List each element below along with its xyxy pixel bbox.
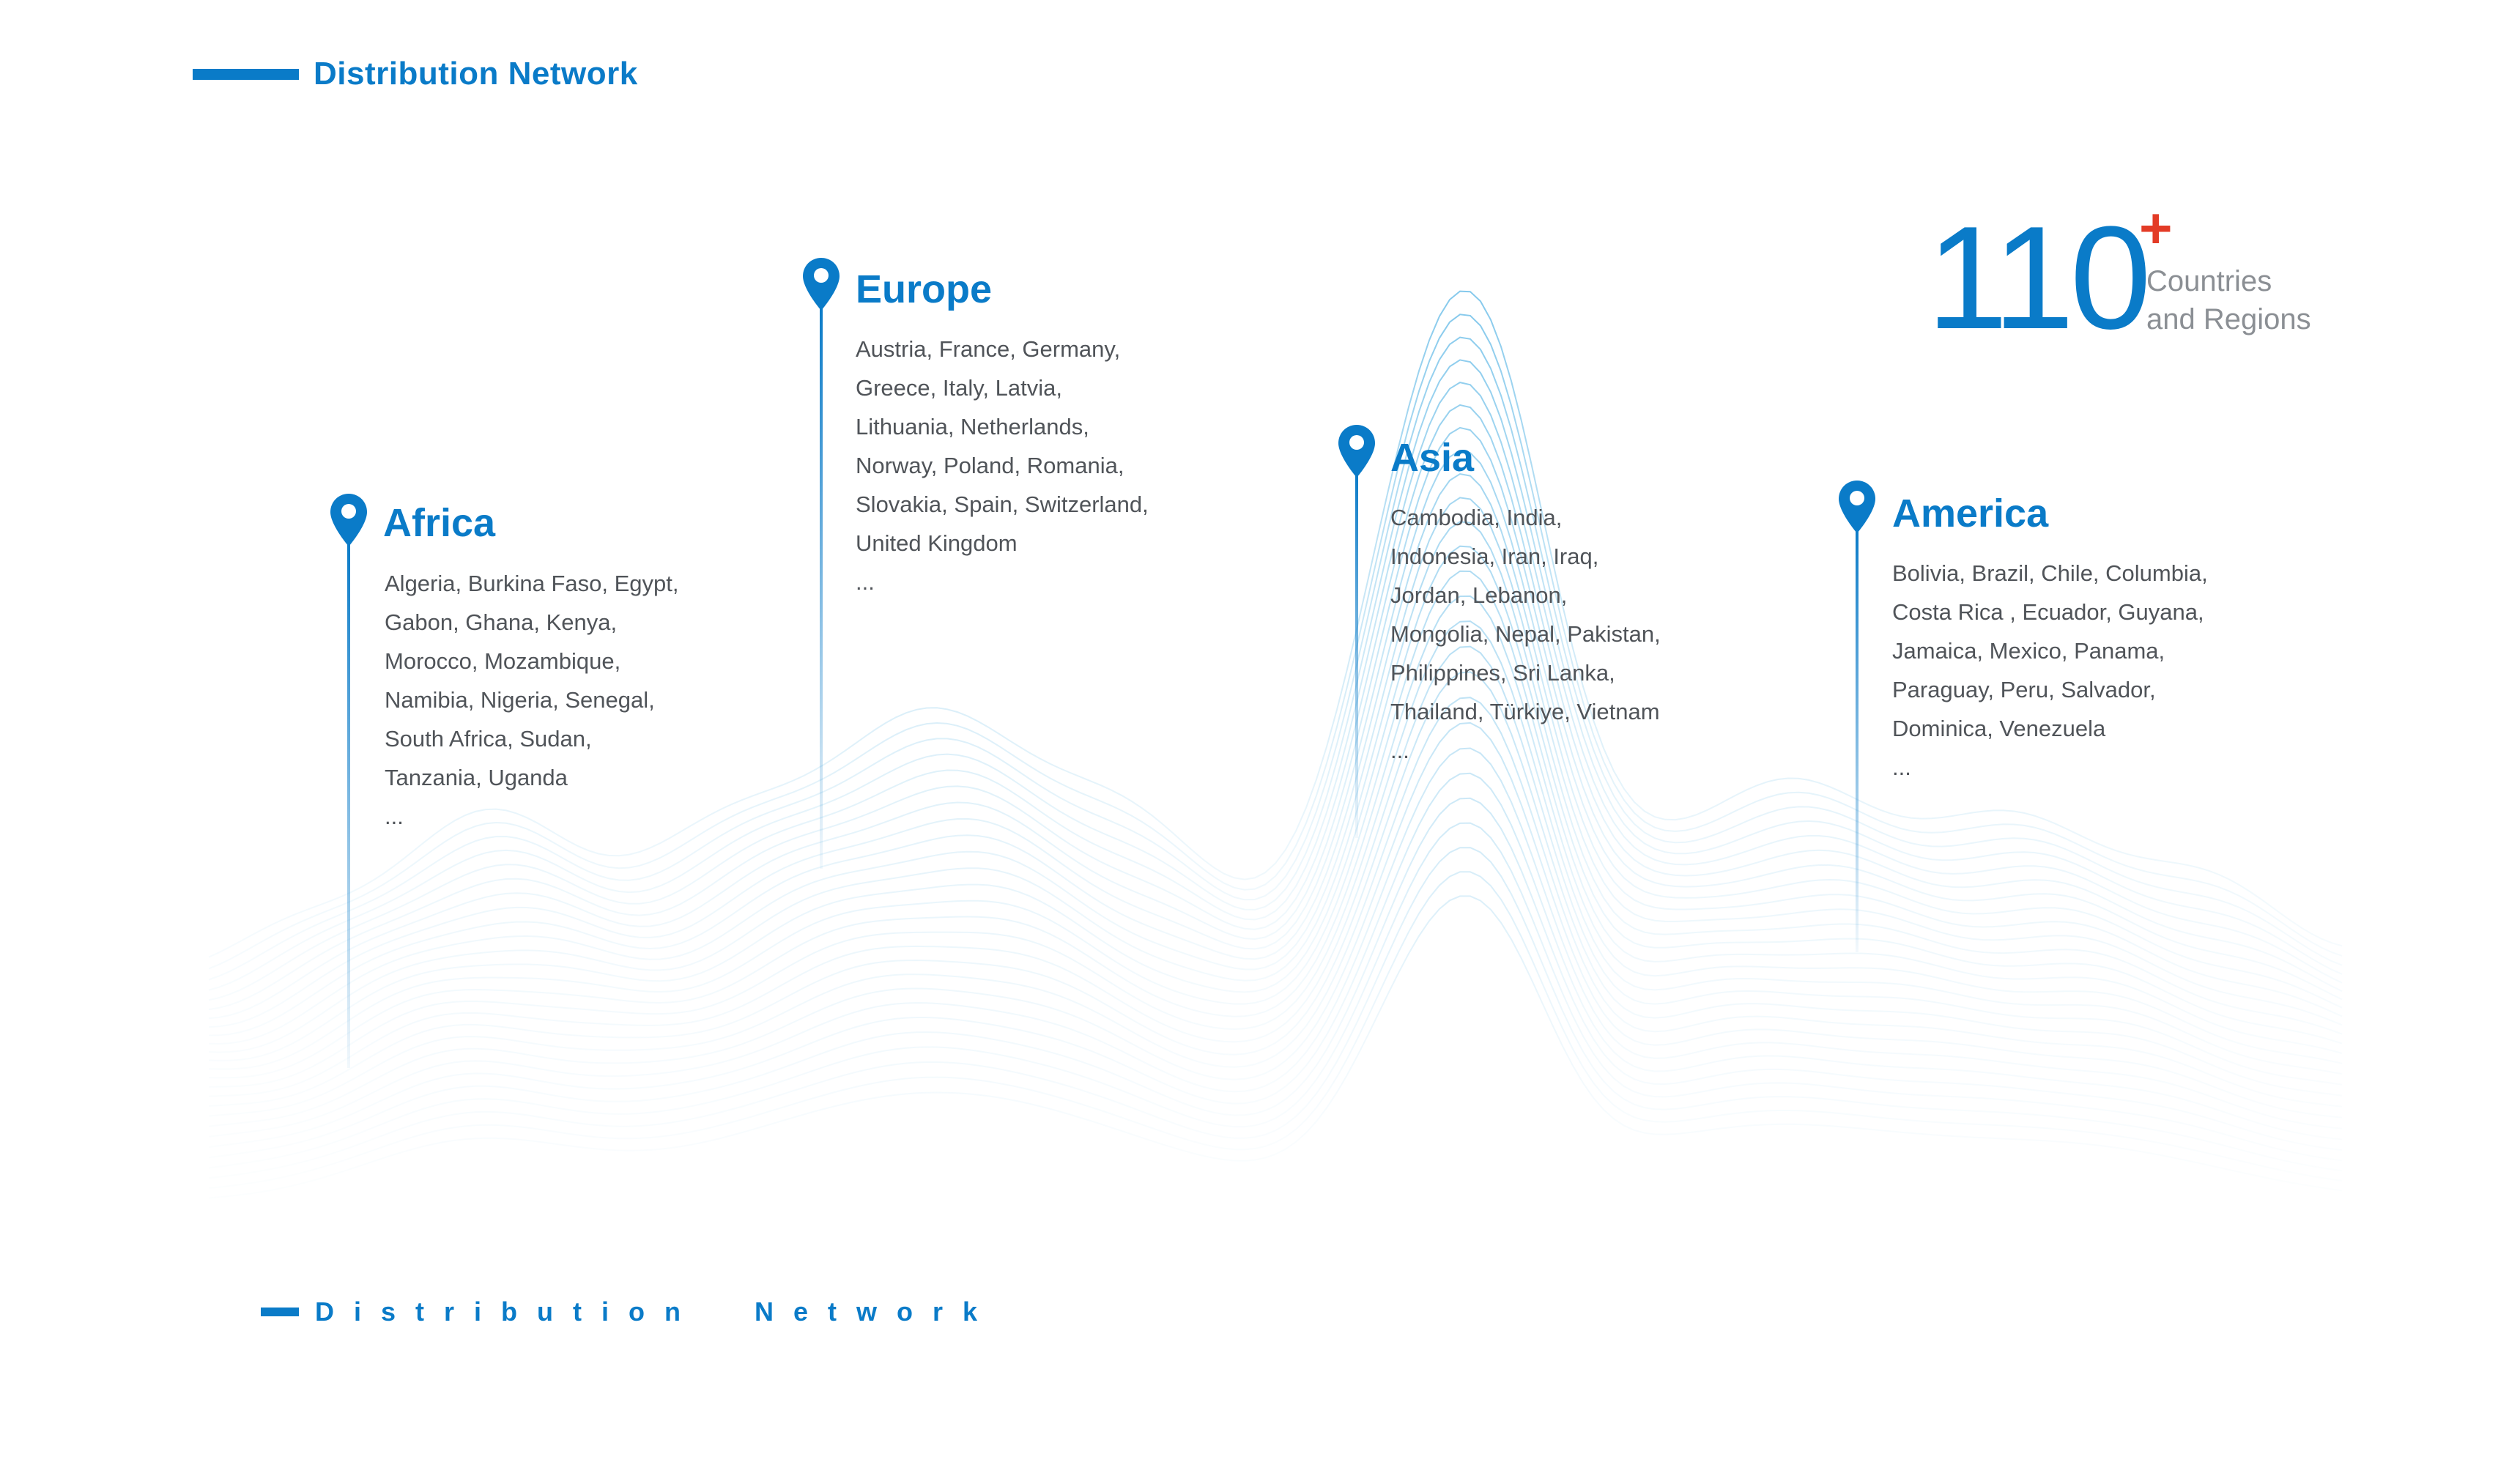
footer-accent-bar [261, 1308, 299, 1316]
country-line: Paraguay, Peru, Salvador, [1892, 677, 2156, 702]
region-title: America [1892, 492, 2049, 535]
country-line: ... [1892, 754, 1911, 780]
country-line: Mongolia, Nepal, Pakistan, [1390, 621, 1661, 647]
country-line: Dominica, Venezuela [1892, 716, 2106, 741]
region-stem-line [1355, 472, 1358, 838]
region-title: Asia [1390, 436, 1475, 480]
section-header: Distribution Network [193, 56, 638, 92]
region-stem-line [820, 305, 823, 869]
country-line: South Africa, Sudan, [385, 726, 592, 752]
country-line: Lithuania, Netherlands, [856, 414, 1089, 440]
country-line: Bolivia, Brazil, Chile, Columbia, [1892, 560, 2208, 586]
map-pin-icon [803, 258, 840, 311]
region-stem-line [347, 541, 350, 1068]
stat-number: 110 [1927, 196, 2152, 360]
region-country-list: Algeria, Burkina Faso, Egypt, Gabon, Gha… [385, 564, 678, 836]
distribution-network-page: Distribution Network 110 + Countries and… [0, 0, 2520, 1465]
country-line: Austria, France, Germany, [856, 336, 1121, 362]
country-line: Thailand, Türkiye, Vietnam [1390, 699, 1660, 724]
country-line: Norway, Poland, Romania, [856, 453, 1124, 478]
country-line: Namibia, Nigeria, Senegal, [385, 687, 655, 713]
region-title: Africa [383, 501, 496, 545]
country-line: ... [385, 804, 404, 829]
footer-title: Distribution Network [315, 1297, 998, 1327]
page-title: Distribution Network [314, 56, 638, 92]
country-line: Algeria, Burkina Faso, Egypt, [385, 571, 679, 596]
country-line: Morocco, Mozambique, [385, 648, 621, 674]
footer-caption: Distribution Network [261, 1297, 997, 1327]
stat-label-line-2: and Regions [2146, 303, 2311, 335]
country-line: Philippines, Sri Lanka, [1390, 660, 1615, 686]
stat-label: Countries and Regions [2146, 262, 2311, 338]
country-line: Greece, Italy, Latvia, [856, 375, 1062, 401]
region-title: Europe [856, 267, 993, 311]
country-line: United Kingdom [856, 530, 1018, 556]
region-country-list: Cambodia, India, Indonesia, Iran, Iraq, … [1390, 498, 1661, 770]
country-line: Indonesia, Iran, Iraq, [1390, 544, 1599, 569]
country-line: Costa Rica , Ecuador, Guyana, [1892, 599, 2204, 625]
country-line: ... [1390, 738, 1409, 763]
country-line: Tanzania, Uganda [385, 765, 568, 790]
stat-plus-sign: + [2139, 196, 2173, 260]
country-line: Jordan, Lebanon, [1390, 582, 1568, 608]
stat-label-line-1: Countries [2146, 265, 2272, 297]
terrain-contour-line [208, 895, 2343, 1199]
map-pin-icon [1338, 425, 1375, 478]
region-stem-line [1856, 527, 1858, 952]
country-line: Gabon, Ghana, Kenya, [385, 609, 618, 635]
country-line: Slovakia, Spain, Switzerland, [856, 492, 1149, 517]
region-country-list: Bolivia, Brazil, Chile, Columbia, Costa … [1892, 554, 2208, 787]
country-line: Jamaica, Mexico, Panama, [1892, 638, 2165, 664]
map-pin-icon [1839, 481, 1875, 533]
country-line: ... [856, 569, 875, 595]
header-accent-bar [193, 68, 299, 80]
country-line: Cambodia, India, [1390, 505, 1563, 530]
map-pin-icon [330, 494, 367, 546]
region-country-list: Austria, France, Germany, Greece, Italy,… [856, 330, 1149, 601]
